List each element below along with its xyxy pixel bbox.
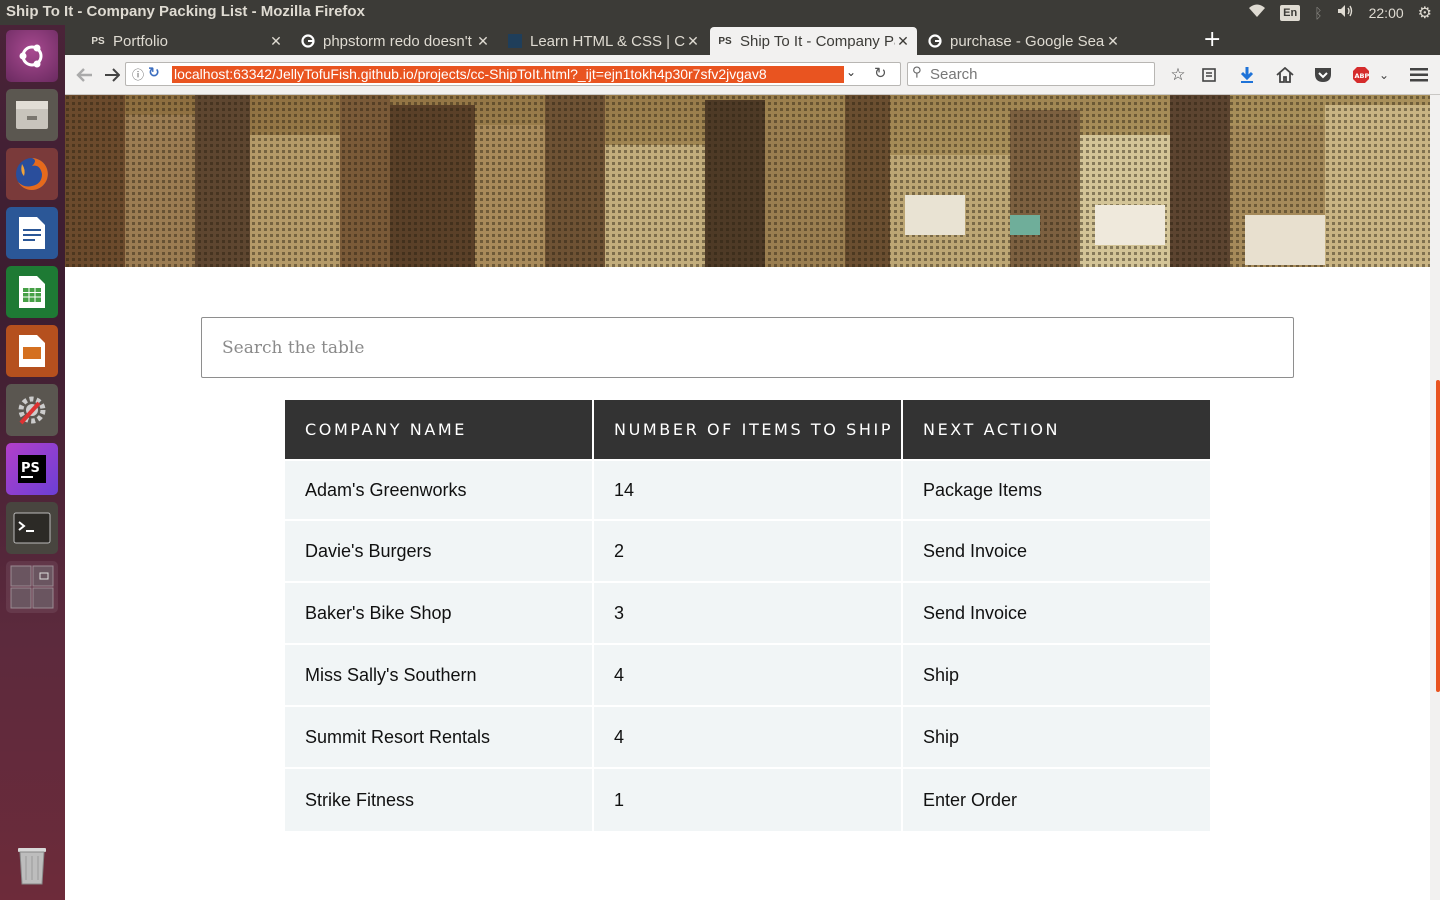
url-text[interactable]: localhost:63342/JellyTofuFish.github.io/… bbox=[172, 66, 844, 83]
reading-list-icon[interactable] bbox=[1198, 64, 1220, 86]
tab-purchase-google[interactable]: purchase - Google Search ✕ bbox=[920, 27, 1127, 55]
cell-next-action: Package Items bbox=[903, 459, 1210, 521]
tab-label: Portfolio bbox=[113, 32, 169, 50]
info-icon[interactable]: ⓘ bbox=[132, 66, 144, 83]
download-icon[interactable] bbox=[1236, 64, 1258, 86]
url-bar[interactable]: ⓘ ↻ localhost:63342/JellyTofuFish.github… bbox=[125, 62, 901, 86]
phpstorm-icon[interactable]: PS bbox=[6, 443, 58, 495]
hero-city-image bbox=[65, 95, 1430, 267]
table-search bbox=[201, 317, 1294, 378]
wifi-icon[interactable] bbox=[1248, 4, 1266, 21]
libreoffice-calc-icon[interactable] bbox=[6, 266, 58, 318]
phpstorm-icon: PS bbox=[91, 35, 105, 47]
close-icon[interactable]: ✕ bbox=[475, 33, 491, 50]
window-title: Ship To It - Company Packing List - Mozi… bbox=[6, 3, 365, 20]
browser-search-bar[interactable]: ⚲ bbox=[907, 62, 1155, 86]
cell-item-count: 4 bbox=[594, 645, 903, 707]
tab-label: Ship To It - Company Packing List bbox=[740, 32, 895, 50]
table-header-row: COMPANY NAME NUMBER OF ITEMS TO SHIP NEX… bbox=[285, 400, 1210, 459]
new-tab-button[interactable]: + bbox=[1203, 29, 1221, 51]
tab-codecademy[interactable]: Learn HTML & CSS | Codecademy ✕ bbox=[500, 27, 707, 55]
close-icon[interactable]: ✕ bbox=[895, 33, 911, 50]
clock[interactable]: 22:00 bbox=[1369, 5, 1404, 21]
cell-item-count: 4 bbox=[594, 707, 903, 769]
cell-item-count: 3 bbox=[594, 583, 903, 645]
ubuntu-dash-icon[interactable] bbox=[6, 30, 58, 82]
tab-label: Learn HTML & CSS | Codecademy bbox=[530, 32, 685, 50]
header-next-action: NEXT ACTION bbox=[903, 400, 1210, 459]
phpstorm-icon: PS bbox=[718, 35, 732, 47]
chevron-down-icon[interactable]: ⌄ bbox=[1373, 64, 1395, 86]
scrollbar-thumb[interactable] bbox=[1436, 380, 1440, 692]
libreoffice-impress-icon[interactable] bbox=[6, 325, 58, 377]
table-row: Strike Fitness 1 Enter Order bbox=[285, 769, 1210, 831]
adblock-plus-icon[interactable]: ABP bbox=[1350, 64, 1372, 86]
hamburger-menu-icon[interactable] bbox=[1408, 64, 1430, 86]
firefox-icon[interactable] bbox=[6, 148, 58, 200]
google-icon bbox=[928, 34, 942, 48]
browser-search-input[interactable] bbox=[930, 65, 1150, 83]
tab-phpstorm-redo[interactable]: phpstorm redo doesn't ✕ bbox=[293, 27, 497, 55]
cell-item-count: 1 bbox=[594, 769, 903, 831]
cell-company-name: Davie's Burgers bbox=[285, 521, 594, 583]
system-tray: En ᛒ 22:00 ⚙ bbox=[1248, 0, 1440, 25]
unity-launcher: PS bbox=[0, 25, 65, 900]
forward-button[interactable] bbox=[102, 65, 122, 85]
table-row: Baker's Bike Shop 3 Send Invoice bbox=[285, 583, 1210, 645]
google-icon bbox=[301, 34, 315, 48]
browser-nav-bar: ⓘ ↻ localhost:63342/JellyTofuFish.github… bbox=[65, 55, 1440, 95]
page-content: COMPANY NAME NUMBER OF ITEMS TO SHIP NEX… bbox=[65, 95, 1430, 900]
cell-company-name: Baker's Bike Shop bbox=[285, 583, 594, 645]
trash-icon[interactable] bbox=[6, 838, 58, 890]
reload-button[interactable]: ↻ bbox=[874, 64, 887, 82]
keyboard-language-indicator[interactable]: En bbox=[1280, 4, 1301, 21]
files-icon[interactable] bbox=[6, 89, 58, 141]
libreoffice-writer-icon[interactable] bbox=[6, 207, 58, 259]
browser-tab-strip: PS Portfolio ✕ phpstorm redo doesn't ✕ L… bbox=[65, 25, 1440, 55]
codecademy-icon bbox=[508, 34, 522, 48]
system-top-bar: Ship To It - Company Packing List - Mozi… bbox=[0, 0, 1440, 25]
terminal-icon[interactable] bbox=[6, 502, 58, 554]
system-settings-icon[interactable] bbox=[6, 384, 58, 436]
cell-next-action: Send Invoice bbox=[903, 521, 1210, 583]
cell-company-name: Strike Fitness bbox=[285, 769, 594, 831]
table-row: Adam's Greenworks 14 Package Items bbox=[285, 459, 1210, 521]
company-packing-table: COMPANY NAME NUMBER OF ITEMS TO SHIP NEX… bbox=[285, 400, 1210, 831]
cell-company-name: Miss Sally's Southern bbox=[285, 645, 594, 707]
refresh-icon[interactable]: ↻ bbox=[148, 65, 160, 81]
workspace-switcher-icon[interactable] bbox=[6, 561, 58, 613]
cell-company-name: Adam's Greenworks bbox=[285, 459, 594, 521]
home-icon[interactable] bbox=[1274, 64, 1296, 86]
search-icon: ⚲ bbox=[912, 65, 922, 80]
cell-item-count: 2 bbox=[594, 521, 903, 583]
table-search-input[interactable] bbox=[201, 317, 1294, 378]
pocket-icon[interactable] bbox=[1312, 64, 1334, 86]
cell-next-action: Ship bbox=[903, 645, 1210, 707]
chevron-down-icon[interactable]: ⌄ bbox=[846, 65, 856, 79]
table-row: Summit Resort Rentals 4 Ship bbox=[285, 707, 1210, 769]
bluetooth-icon[interactable]: ᛒ bbox=[1314, 5, 1322, 21]
tab-ship-to-it[interactable]: PS Ship To It - Company Packing List ✕ bbox=[710, 27, 917, 55]
cell-item-count: 14 bbox=[594, 459, 903, 521]
bookmark-star-icon[interactable]: ☆ bbox=[1167, 64, 1189, 86]
cell-company-name: Summit Resort Rentals bbox=[285, 707, 594, 769]
tab-portfolio[interactable]: PS Portfolio ✕ bbox=[83, 27, 290, 55]
close-icon[interactable]: ✕ bbox=[268, 33, 284, 50]
svg-text:PS: PS bbox=[21, 461, 40, 476]
gear-icon[interactable]: ⚙ bbox=[1418, 3, 1432, 23]
header-company-name: COMPANY NAME bbox=[285, 400, 594, 459]
header-number-of-items: NUMBER OF ITEMS TO SHIP bbox=[594, 400, 903, 459]
tab-label: phpstorm redo doesn't bbox=[323, 32, 472, 50]
volume-icon[interactable] bbox=[1337, 4, 1355, 21]
cell-next-action: Ship bbox=[903, 707, 1210, 769]
cell-next-action: Send Invoice bbox=[903, 583, 1210, 645]
close-icon[interactable]: ✕ bbox=[685, 33, 701, 50]
close-icon[interactable]: ✕ bbox=[1105, 33, 1121, 50]
table-row: Davie's Burgers 2 Send Invoice bbox=[285, 521, 1210, 583]
back-button[interactable] bbox=[75, 65, 95, 85]
table-row: Miss Sally's Southern 4 Ship bbox=[285, 645, 1210, 707]
svg-text:ABP: ABP bbox=[1355, 72, 1370, 80]
cell-next-action: Enter Order bbox=[903, 769, 1210, 831]
tab-label: purchase - Google Search bbox=[950, 32, 1105, 50]
